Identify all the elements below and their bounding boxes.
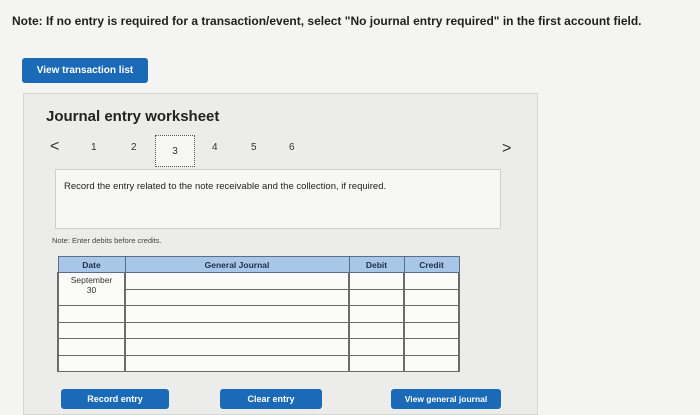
date-field bbox=[57, 338, 126, 356]
debit-field[interactable] bbox=[348, 272, 405, 290]
instruction-note: Note: If no entry is required for a tran… bbox=[12, 14, 642, 28]
date-cell: September 30 bbox=[57, 272, 126, 306]
step-2-tab[interactable]: 2 bbox=[131, 142, 137, 153]
record-entry-button[interactable]: Record entry bbox=[61, 389, 169, 409]
debit-field[interactable] bbox=[348, 354, 405, 372]
table-row bbox=[57, 305, 460, 323]
view-transaction-list-button[interactable]: View transaction list bbox=[22, 58, 148, 83]
credit-field[interactable] bbox=[403, 338, 460, 356]
table-row: September 30 bbox=[57, 272, 460, 306]
worksheet-title: Journal entry worksheet bbox=[46, 108, 220, 125]
debit-field[interactable] bbox=[348, 288, 405, 306]
account-field[interactable] bbox=[124, 305, 350, 323]
table-row bbox=[57, 338, 460, 356]
table-row bbox=[57, 321, 460, 339]
debit-field[interactable] bbox=[348, 338, 405, 356]
view-general-journal-button[interactable]: View general journal bbox=[391, 389, 501, 409]
credit-field[interactable] bbox=[403, 272, 460, 290]
credit-field[interactable] bbox=[403, 288, 460, 306]
date-field bbox=[57, 321, 126, 339]
instruction-box: Record the entry related to the note rec… bbox=[55, 169, 501, 229]
table-header-row: Date General Journal Debit Credit bbox=[57, 256, 460, 273]
account-field[interactable] bbox=[124, 321, 350, 339]
account-field[interactable] bbox=[124, 354, 350, 372]
account-field[interactable] bbox=[124, 272, 350, 290]
date-field bbox=[57, 305, 126, 323]
step-3-tab[interactable]: 3 bbox=[155, 135, 195, 167]
account-field[interactable] bbox=[124, 288, 350, 306]
step-5-tab[interactable]: 5 bbox=[251, 142, 257, 153]
journal-table: Date General Journal Debit Credit Septem… bbox=[57, 256, 460, 372]
debit-field[interactable] bbox=[348, 321, 405, 339]
clear-entry-button[interactable]: Clear entry bbox=[220, 389, 322, 409]
debits-note: Note: Enter debits before credits. bbox=[52, 236, 162, 245]
date-month: September bbox=[70, 275, 113, 285]
general-journal-column-header: General Journal bbox=[124, 256, 350, 273]
step-4-tab[interactable]: 4 bbox=[212, 142, 218, 153]
credit-field[interactable] bbox=[403, 321, 460, 339]
date-day: 30 bbox=[86, 285, 97, 295]
chevron-left-icon[interactable]: < bbox=[50, 138, 59, 156]
entry-instruction: Record the entry related to the note rec… bbox=[64, 181, 387, 192]
chevron-right-icon[interactable]: > bbox=[502, 140, 511, 158]
step-6-tab[interactable]: 6 bbox=[289, 142, 295, 153]
credit-field[interactable] bbox=[403, 305, 460, 323]
step-1-tab[interactable]: 1 bbox=[91, 142, 97, 153]
date-column-header: Date bbox=[57, 256, 126, 273]
date-field bbox=[57, 354, 126, 372]
credit-field[interactable] bbox=[403, 354, 460, 372]
debit-column-header: Debit bbox=[348, 256, 405, 273]
account-field[interactable] bbox=[124, 338, 350, 356]
debit-field[interactable] bbox=[348, 305, 405, 323]
journal-entry-worksheet: Journal entry worksheet < 1 2 3 4 5 6 > … bbox=[23, 93, 538, 415]
table-row bbox=[57, 354, 460, 372]
credit-column-header: Credit bbox=[403, 256, 460, 273]
